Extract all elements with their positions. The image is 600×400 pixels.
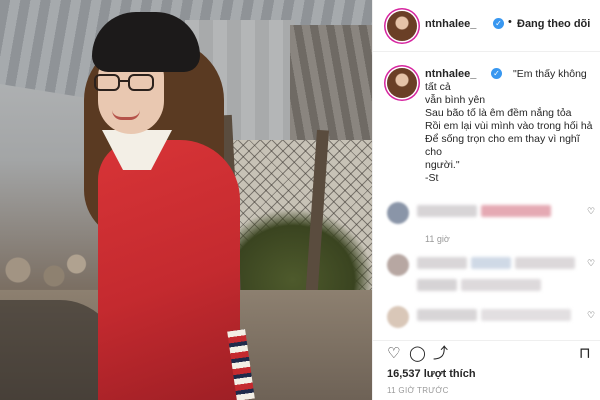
verified-badge-icon: ✓ <box>491 68 502 79</box>
post-header: ntnhalee_ ✓ • Đang theo dõi <box>373 0 600 52</box>
caption-line: Sau bão tố là êm đềm nắng tỏa <box>425 107 572 119</box>
comment-heart-icon[interactable]: ♡ <box>587 258 595 269</box>
comment-row: ♡ <box>373 300 600 330</box>
comment-row: ♡ <box>373 196 600 226</box>
caption-avatar[interactable] <box>387 68 417 98</box>
caption-line: Để sống trọn cho em thay vì nghĩ cho <box>425 133 580 158</box>
comment-avatar[interactable] <box>387 306 409 328</box>
post-sidebar: ntnhalee_ ✓ • Đang theo dõi "Em thấy khô… <box>372 0 600 400</box>
blurred-comment-text <box>461 279 541 291</box>
caption-username[interactable]: ntnhalee_ <box>425 68 476 80</box>
caption-text: "Em thấy không tất cả vẫn bình yên Sau b… <box>425 68 593 185</box>
like-count[interactable]: 16,537 lượt thích <box>387 368 476 380</box>
blurred-comment-text <box>417 205 477 217</box>
comment-avatar[interactable] <box>387 202 409 224</box>
blurred-comment-text <box>481 309 571 321</box>
blurred-comment-text <box>417 257 467 269</box>
blurred-comment-text <box>481 205 551 217</box>
share-icon[interactable]: ⤴ <box>433 346 448 362</box>
blurred-comment-text <box>515 257 575 269</box>
glasses <box>94 74 156 92</box>
post-actions: ♡ ◯ ⤴ ⊓ <box>373 341 600 367</box>
comment-icon[interactable]: ◯ <box>409 346 426 362</box>
comment-heart-icon[interactable]: ♡ <box>587 310 595 321</box>
black-beret-hat <box>92 12 200 72</box>
comment-heart-icon[interactable]: ♡ <box>587 206 595 217</box>
verified-badge-icon: ✓ <box>493 18 504 29</box>
separator-dot: • <box>508 16 512 28</box>
caption-time[interactable]: 11 giờ <box>425 234 450 244</box>
blurred-comment-text <box>417 279 457 291</box>
post-timestamp[interactable]: 11 GIỜ TRƯỚC <box>387 386 449 395</box>
blurred-comment-text <box>471 257 511 269</box>
caption-line: Rồi em lại vùi mình vào trong hối hả <box>425 120 593 132</box>
blurred-comment-text <box>417 309 477 321</box>
following-button[interactable]: Đang theo dõi <box>517 18 590 30</box>
caption-line: -St <box>425 172 439 184</box>
profile-avatar[interactable] <box>387 11 417 41</box>
header-username[interactable]: ntnhalee_ <box>425 18 476 30</box>
bookmark-icon[interactable]: ⊓ <box>579 346 591 362</box>
rocks <box>0 240 90 300</box>
post-photo[interactable] <box>0 0 372 400</box>
heart-icon[interactable]: ♡ <box>387 346 400 362</box>
red-sweater <box>98 140 240 400</box>
caption-line: người." <box>425 159 460 171</box>
comment-row <box>373 270 600 300</box>
caption-line: vẫn bình yên <box>425 94 486 106</box>
